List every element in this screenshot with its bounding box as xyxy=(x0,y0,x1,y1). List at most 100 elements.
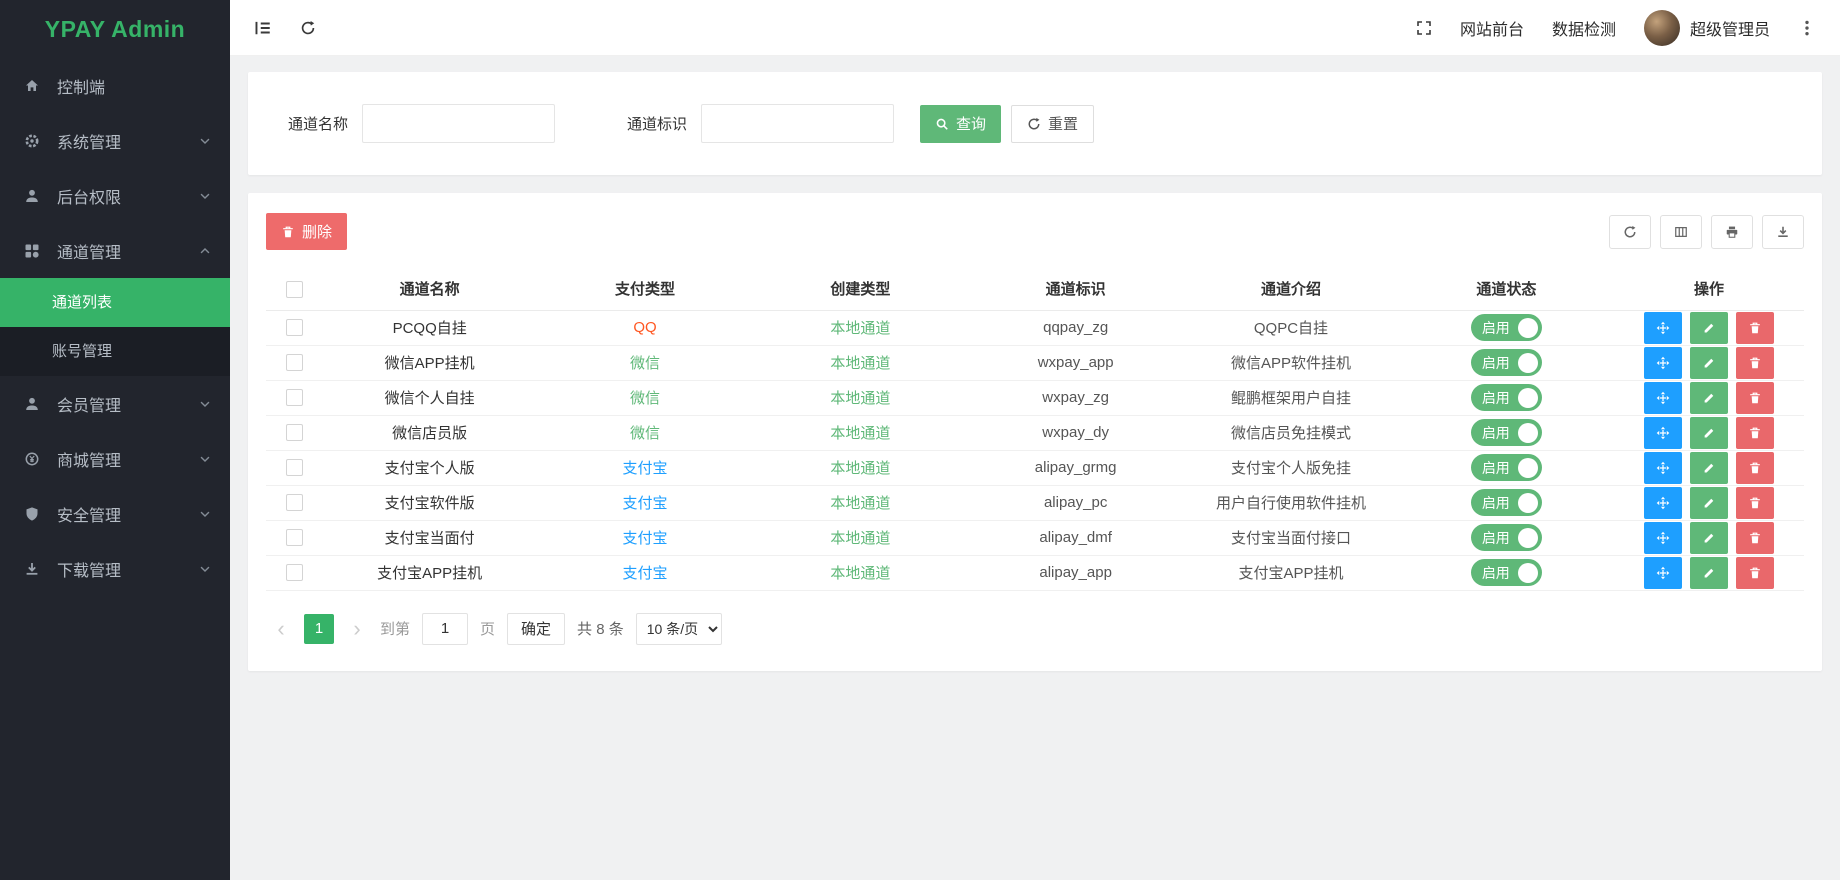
jump-page-input[interactable] xyxy=(422,613,468,645)
chevron-down-icon xyxy=(198,134,212,148)
status-toggle[interactable]: 启用 xyxy=(1471,314,1542,341)
delete-button-label: 删除 xyxy=(302,221,332,242)
prev-page-icon[interactable]: ‹ xyxy=(270,618,292,640)
toggle-knob xyxy=(1518,353,1538,373)
move-button[interactable] xyxy=(1644,347,1682,379)
row-checkbox[interactable] xyxy=(286,424,303,441)
refresh-table-button[interactable] xyxy=(1609,215,1651,249)
channel-name-input[interactable] xyxy=(362,104,555,143)
row-delete-button[interactable] xyxy=(1736,347,1774,379)
app-root: YPAY Admin 控制端 系统管理 后台权限 通道管理 xyxy=(0,0,1840,880)
create-type-cell: 本地通道 xyxy=(753,345,968,380)
row-delete-button[interactable] xyxy=(1736,312,1774,344)
page-number[interactable]: 1 xyxy=(304,614,334,644)
sidebar-item-admin-permissions[interactable]: 后台权限 xyxy=(0,168,230,223)
channel-id-input[interactable] xyxy=(701,104,894,143)
columns-filter-button[interactable] xyxy=(1660,215,1702,249)
content: 通道名称 通道标识 查询 重置 删除 xyxy=(230,56,1840,880)
query-button[interactable]: 查询 xyxy=(920,105,1001,143)
row-delete-button[interactable] xyxy=(1736,557,1774,589)
sidebar-toggle-icon[interactable] xyxy=(254,19,272,37)
select-all-checkbox[interactable] xyxy=(286,281,303,298)
row-delete-button[interactable] xyxy=(1736,522,1774,554)
print-button[interactable] xyxy=(1711,215,1753,249)
move-button[interactable] xyxy=(1644,452,1682,484)
edit-button[interactable] xyxy=(1690,347,1728,379)
sidebar-item-label: 下载管理 xyxy=(57,557,198,581)
sidebar-item-security-mgmt[interactable]: 安全管理 xyxy=(0,486,230,541)
move-icon xyxy=(1656,356,1670,370)
row-checkbox[interactable] xyxy=(286,459,303,476)
topbar: 网站前台 数据检测 超级管理员 xyxy=(230,0,1840,56)
sidebar-item-control-panel[interactable]: 控制端 xyxy=(0,58,230,113)
edit-button[interactable] xyxy=(1690,522,1728,554)
sidebar-item-system-mgmt[interactable]: 系统管理 xyxy=(0,113,230,168)
move-button[interactable] xyxy=(1644,522,1682,554)
edit-icon xyxy=(1702,531,1716,545)
next-page-icon[interactable]: › xyxy=(346,618,368,640)
sidebar-item-channel-list[interactable]: 通道列表 xyxy=(0,278,230,327)
edit-button[interactable] xyxy=(1690,382,1728,414)
sidebar-item-mall-mgmt[interactable]: 商城管理 xyxy=(0,431,230,486)
move-button[interactable] xyxy=(1644,312,1682,344)
status-toggle[interactable]: 启用 xyxy=(1471,349,1542,376)
sidebar-item-account-mgmt[interactable]: 账号管理 xyxy=(0,327,230,376)
edit-button[interactable] xyxy=(1690,487,1728,519)
sidebar-item-download-mgmt[interactable]: 下载管理 xyxy=(0,541,230,596)
fullscreen-icon[interactable] xyxy=(1416,20,1432,36)
row-checkbox[interactable] xyxy=(286,319,303,336)
row-checkbox[interactable] xyxy=(286,564,303,581)
toggle-knob xyxy=(1518,563,1538,583)
trash-icon xyxy=(1748,356,1762,370)
move-button[interactable] xyxy=(1644,487,1682,519)
more-menu-icon[interactable] xyxy=(1798,19,1816,37)
create-type-cell: 本地通道 xyxy=(753,555,968,590)
row-delete-button[interactable] xyxy=(1736,382,1774,414)
delete-button[interactable]: 删除 xyxy=(266,213,347,250)
refresh-icon[interactable] xyxy=(300,20,316,36)
avatar[interactable] xyxy=(1644,10,1680,46)
status-toggle[interactable]: 启用 xyxy=(1471,454,1542,481)
sidebar-item-channel-mgmt[interactable]: 通道管理 xyxy=(0,223,230,278)
confirm-jump-button[interactable]: 确定 xyxy=(507,613,565,645)
channel-id-cell: alipay_grmg xyxy=(968,450,1183,485)
table-row: PCQQ自挂 QQ 本地通道 qqpay_zg QQPC自挂 启用 xyxy=(266,310,1804,345)
chevron-down-icon xyxy=(198,189,212,203)
jump-prefix-label: 到第 xyxy=(380,618,410,639)
pay-type-cell: 支付宝 xyxy=(537,520,752,555)
move-button[interactable] xyxy=(1644,417,1682,449)
status-toggle[interactable]: 启用 xyxy=(1471,489,1542,516)
row-delete-button[interactable] xyxy=(1736,487,1774,519)
reset-button[interactable]: 重置 xyxy=(1011,105,1094,143)
edit-button[interactable] xyxy=(1690,417,1728,449)
page-size-select[interactable]: 10 条/页 xyxy=(636,613,722,645)
row-delete-button[interactable] xyxy=(1736,452,1774,484)
move-button[interactable] xyxy=(1644,557,1682,589)
row-delete-button[interactable] xyxy=(1736,417,1774,449)
user-menu[interactable]: 超级管理员 xyxy=(1644,10,1770,46)
status-toggle[interactable]: 启用 xyxy=(1471,384,1542,411)
table-row: 支付宝个人版 支付宝 本地通道 alipay_grmg 支付宝个人版免挂 启用 xyxy=(266,450,1804,485)
frontend-link[interactable]: 网站前台 xyxy=(1460,16,1524,40)
edit-button[interactable] xyxy=(1690,452,1728,484)
sidebar-item-member-mgmt[interactable]: 会员管理 xyxy=(0,376,230,431)
move-button[interactable] xyxy=(1644,382,1682,414)
row-checkbox[interactable] xyxy=(286,529,303,546)
status-toggle[interactable]: 启用 xyxy=(1471,419,1542,446)
status-toggle[interactable]: 启用 xyxy=(1471,524,1542,551)
row-checkbox[interactable] xyxy=(286,389,303,406)
row-checkbox[interactable] xyxy=(286,354,303,371)
gear-icon xyxy=(24,133,44,149)
column-header: 通道状态 xyxy=(1399,268,1614,310)
table-row: 支付宝软件版 支付宝 本地通道 alipay_pc 用户自行使用软件挂机 启用 xyxy=(266,485,1804,520)
edit-icon xyxy=(1702,321,1716,335)
edit-button[interactable] xyxy=(1690,312,1728,344)
edit-button[interactable] xyxy=(1690,557,1728,589)
export-button[interactable] xyxy=(1762,215,1804,249)
row-checkbox[interactable] xyxy=(286,494,303,511)
reset-icon xyxy=(1027,117,1041,131)
channels-table: 通道名称 支付类型 创建类型 通道标识 通道介绍 通道状态 操作 PCQQ自挂 … xyxy=(266,268,1804,591)
status-toggle[interactable]: 启用 xyxy=(1471,559,1542,586)
data-check-link[interactable]: 数据检测 xyxy=(1552,16,1616,40)
edit-icon xyxy=(1702,496,1716,510)
